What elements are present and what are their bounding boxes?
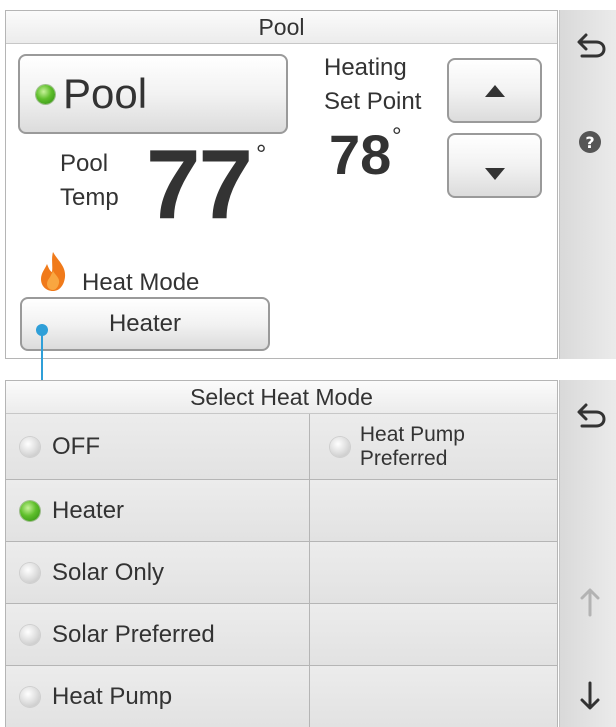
heat-mode-option-label: OFF [52, 432, 100, 460]
set-point-down-button[interactable] [447, 133, 542, 198]
heat-mode-option-label: Heat Pump [52, 682, 173, 710]
pool-temp-label-line1: Pool [60, 150, 109, 177]
radio-unselected-icon [20, 562, 40, 583]
down-arrow-icon [484, 167, 505, 180]
heat-mode-option[interactable]: Solar Preferred [6, 604, 310, 666]
heat-mode-empty-cell [310, 604, 557, 666]
svg-text:?: ? [585, 133, 594, 152]
pool-status-led [36, 84, 55, 104]
heat-mode-button[interactable]: Heater [20, 297, 270, 351]
heat-mode-option[interactable]: Heater [6, 480, 310, 542]
bottom-sidebar [559, 380, 616, 727]
radio-unselected-icon [20, 436, 40, 457]
set-point-up-button[interactable] [447, 58, 542, 123]
heat-mode-option-label: Heat Pump Preferred [359, 422, 465, 470]
flame-icon [41, 252, 66, 291]
back-button-top[interactable] [568, 24, 612, 64]
pool-temp-unit: ° [256, 139, 267, 169]
pool-button[interactable]: Pool [18, 54, 288, 134]
heat-mode-grid: OFF Heat Pump Preferred Heater Solar Only So… [6, 414, 557, 727]
up-arrow-icon [484, 84, 505, 97]
heat-mode-option[interactable]: Heat Pump [6, 666, 310, 727]
set-point-unit: ° [392, 123, 402, 150]
pool-button-label: Pool [63, 70, 148, 117]
top-sidebar: ? [559, 10, 616, 359]
set-point-value: 78 [329, 123, 392, 186]
scroll-down-arrow-icon [580, 681, 600, 710]
pool-temp-value: 77 [146, 129, 253, 239]
radio-unselected-icon [20, 624, 40, 645]
heat-mode-option[interactable]: Heat Pump Preferred [310, 414, 557, 480]
heat-mode-option-label: Solar Preferred [52, 620, 215, 648]
radio-unselected-icon [20, 686, 40, 707]
heat-mode-option-label: Heater [52, 496, 125, 524]
heat-mode-empty-cell [310, 480, 557, 542]
heat-mode-option[interactable]: OFF [6, 414, 310, 480]
scroll-up-arrow-icon [580, 588, 600, 617]
heat-mode-empty-cell [310, 542, 557, 604]
heat-mode-value: Heater [108, 310, 182, 337]
pool-panel: Pool Pool Pool Temp 77 ° Heating Set Poi… [5, 10, 558, 359]
scroll-down-button[interactable] [572, 676, 608, 716]
heat-mode-panel-title: Select Heat Mode [6, 381, 557, 414]
back-button-bottom[interactable] [568, 394, 612, 434]
help-button[interactable]: ? [572, 124, 608, 160]
back-arrow-icon [577, 33, 606, 58]
heat-mode-label: Heat Mode [82, 269, 200, 296]
heat-mode-panel: Select Heat Mode OFF Heat Pump Preferred H… [5, 380, 558, 727]
help-icon: ? [579, 131, 601, 153]
back-arrow-icon [577, 403, 606, 428]
heat-mode-empty-cell [310, 666, 557, 727]
radio-unselected-icon [330, 436, 350, 457]
heat-mode-option-label: Solar Only [52, 558, 165, 586]
heat-mode-option[interactable]: Solar Only [6, 542, 310, 604]
pool-panel-title: Pool [6, 11, 557, 44]
scroll-up-button[interactable] [572, 582, 608, 622]
pool-temp-label-line2: Temp [60, 184, 119, 211]
set-point-label-line2: Set Point [324, 88, 422, 115]
radio-selected-icon [20, 500, 40, 521]
set-point-label-line1: Heating [324, 54, 407, 81]
